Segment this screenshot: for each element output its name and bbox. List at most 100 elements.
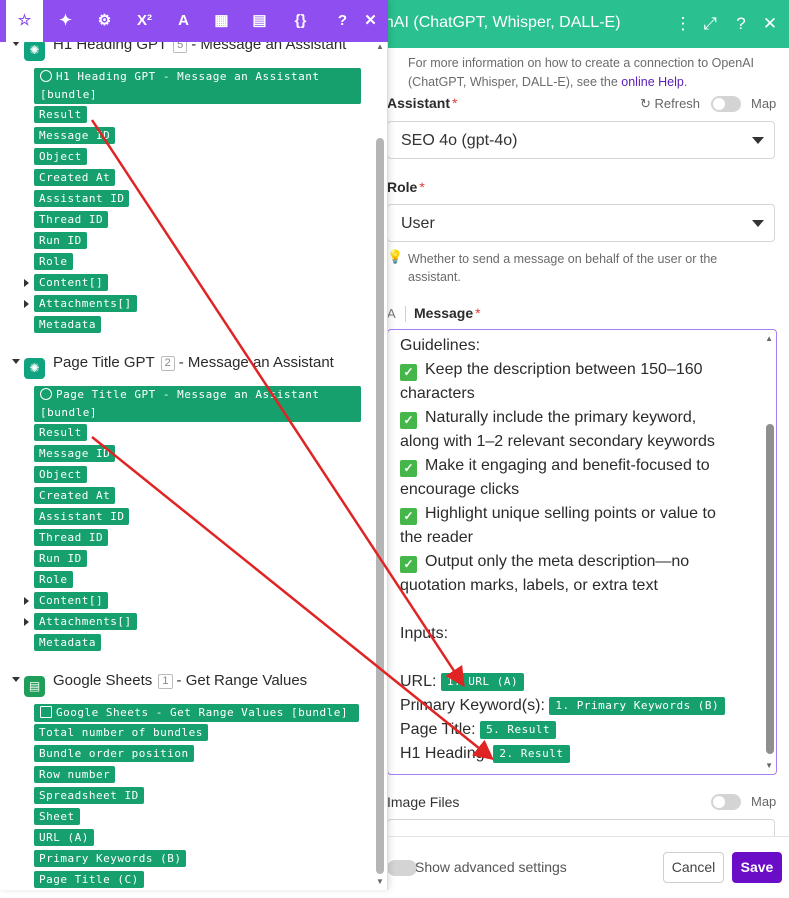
module-subtitle: - Message an Assistant (178, 354, 334, 371)
role-label-text: Role (387, 179, 418, 195)
module-title: H1 Heading GPT (53, 42, 167, 53)
guideline-item-cont: encourage clicks (400, 481, 520, 498)
guideline-item-cont: characters (400, 385, 475, 402)
field-tag[interactable]: Content[] (34, 592, 109, 609)
message-content[interactable]: Guidelines: ✓ Keep the description betwee… (400, 334, 755, 766)
field-tag[interactable]: Content[] (34, 274, 109, 291)
page-title-mapped-pill[interactable]: 5. Result (480, 721, 557, 739)
primary-keyword-mapped-pill[interactable]: 1. Primary Keywords (B) (549, 697, 726, 715)
field-tag[interactable]: Role (34, 253, 73, 270)
chevron-right-icon[interactable] (24, 300, 29, 308)
field-tag[interactable]: URL (A) (34, 829, 94, 846)
field-tag[interactable]: Object (34, 148, 87, 165)
field-tag[interactable]: Message ID (34, 445, 116, 462)
field-tag[interactable]: Thread ID (34, 211, 109, 228)
chevron-right-icon[interactable] (24, 279, 29, 287)
save-button[interactable]: Save (732, 852, 782, 883)
role-label: Role * (387, 179, 425, 195)
openai-icon: ✺ (24, 358, 45, 379)
image-files-map-toggle[interactable] (711, 794, 741, 810)
field-tag[interactable]: Sheet (34, 808, 80, 825)
module-title: Page Title GPT (53, 354, 155, 371)
check-icon: ✓ (400, 556, 417, 573)
sparkle-icon[interactable]: ✦ (47, 0, 84, 42)
field-tag[interactable]: Object (34, 466, 87, 483)
close-icon[interactable]: ✕ (759, 12, 781, 36)
refresh-button[interactable]: ↻ Refresh (640, 96, 700, 112)
bundle-tag[interactable]: Page Title GPT - Message an Assistant [b… (34, 386, 361, 422)
help-icon[interactable]: ? (730, 12, 752, 36)
chevron-right-icon[interactable] (24, 618, 29, 626)
assistant-label-text: Assistant (387, 95, 451, 111)
chevron-down-icon[interactable] (12, 42, 20, 46)
field-tag[interactable]: Spreadsheet ID (34, 787, 144, 804)
field-tag[interactable]: Run ID (34, 232, 87, 249)
field-tag[interactable]: Result (34, 424, 87, 441)
scrollbar-thumb[interactable] (376, 138, 384, 874)
message-textarea[interactable]: Guidelines: ✓ Keep the description betwee… (387, 329, 777, 775)
star-icon[interactable]: ☆ (6, 0, 43, 42)
bundle-tag[interactable]: Google Sheets - Get Range Values [bundle… (34, 704, 359, 722)
field-tag[interactable]: Attachments[] (34, 613, 137, 630)
mapping-scrollbar[interactable]: ▲ ▼ (374, 42, 386, 890)
more-options-icon[interactable]: ⋮ (672, 12, 694, 36)
module-header-google-sheets[interactable]: ▤ Google Sheets 1- Get Range Values (12, 672, 307, 697)
advanced-settings-toggle[interactable] (387, 860, 417, 876)
chevron-down-icon[interactable] (12, 677, 20, 682)
guideline-item-cont: the reader (400, 529, 473, 546)
role-value: User (401, 215, 435, 232)
field-tag[interactable]: Metadata (34, 316, 101, 333)
field-tag[interactable]: Role (34, 571, 73, 588)
scroll-down-icon[interactable]: ▼ (765, 761, 773, 770)
braces-icon[interactable]: {} (282, 0, 319, 42)
scroll-up-icon[interactable]: ▲ (376, 42, 384, 51)
field-tag[interactable]: Created At (34, 169, 116, 186)
expand-icon[interactable]: ⤢ (699, 12, 721, 36)
field-tag[interactable]: Result (34, 106, 87, 123)
close-icon[interactable]: ✕ (352, 0, 389, 42)
module-header-h1-heading-gpt[interactable]: ✺ H1 Heading GPT 5- Message an Assistant (12, 42, 346, 61)
message-label-text: Message (414, 305, 474, 321)
field-tag[interactable]: Total number of bundles (34, 724, 208, 741)
field-tag[interactable]: Metadata (34, 634, 101, 651)
field-tag[interactable]: Created At (34, 487, 116, 504)
lightbulb-icon: 💡 (387, 249, 404, 264)
scroll-down-icon[interactable]: ▼ (376, 877, 384, 886)
module-header-page-title-gpt[interactable]: ✺ Page Title GPT 2- Message an Assistant (12, 354, 334, 379)
online-help-link[interactable]: online Help (621, 75, 684, 89)
role-select[interactable]: User (387, 204, 775, 242)
field-tag[interactable]: Run ID (34, 550, 87, 567)
connection-info: For more information on how to create a … (408, 54, 768, 92)
gear-icon[interactable]: ⚙ (86, 0, 123, 42)
field-tag[interactable]: Message ID (34, 127, 116, 144)
calendar-icon[interactable]: ▦ (203, 0, 240, 42)
field-tag[interactable]: Attachments[] (34, 295, 137, 312)
field-tag[interactable]: Bundle order position (34, 745, 194, 762)
module-id-badge: 5 (173, 42, 188, 53)
module-config-panel: enAI (ChatGPT, Whisper, DALL-E) ⋮ ⤢ ? ✕ … (368, 0, 789, 898)
message-scrollbar[interactable]: ▲ ▼ (765, 334, 774, 770)
chevron-right-icon[interactable] (24, 597, 29, 605)
bundle-tag[interactable]: H1 Heading GPT - Message an Assistant [b… (34, 68, 361, 104)
url-mapped-pill[interactable]: 1. URL (A) (440, 673, 525, 691)
h1-heading-mapped-pill[interactable]: 2. Result (493, 745, 570, 763)
google-sheets-icon (40, 706, 52, 718)
text-icon[interactable]: A (165, 0, 202, 42)
field-tag[interactable]: Assistant ID (34, 508, 130, 525)
field-tag[interactable]: Primary Keywords (B) (34, 850, 187, 867)
chevron-down-icon[interactable] (12, 359, 20, 364)
assistant-select[interactable]: SEO 4o (gpt-4o) (387, 121, 775, 159)
field-tag[interactable]: Row number (34, 766, 116, 783)
check-icon: ✓ (400, 412, 417, 429)
superscript-icon[interactable]: X² (126, 0, 163, 42)
scrollbar-thumb[interactable] (766, 424, 774, 754)
table-icon[interactable]: ▤ (241, 0, 278, 42)
cancel-button[interactable]: Cancel (663, 852, 724, 883)
field-tag[interactable]: Page Title (C) (34, 871, 144, 888)
h1-heading-label: H1 Heading: (400, 745, 489, 762)
field-tag[interactable]: Thread ID (34, 529, 109, 546)
field-tag[interactable]: Assistant ID (34, 190, 130, 207)
scroll-up-icon[interactable]: ▲ (765, 334, 773, 343)
assistant-map-toggle[interactable] (711, 96, 741, 112)
